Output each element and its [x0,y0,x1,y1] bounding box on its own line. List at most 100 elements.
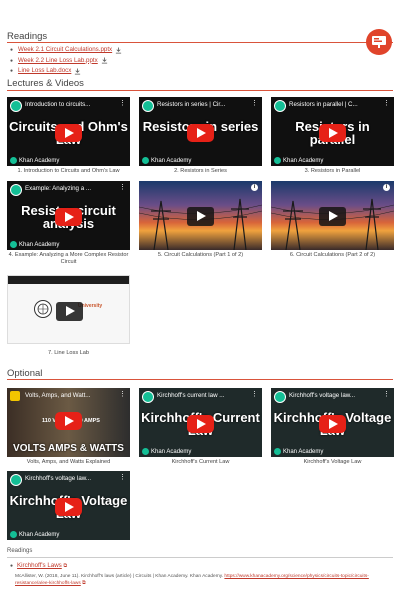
reference-item: ● Kirchhoff's Laws ⧉ [10,562,68,569]
video-card: Kirchhoff's voltage law... ⋮ Kirchhoff's… [271,388,394,466]
university-seal-icon [34,300,52,318]
video-card: i 5. Circuit Calculations (Part 1 of 2) [139,181,262,259]
video-title: Introduction to circuits... [25,101,91,108]
play-icon[interactable] [55,124,82,142]
channel-label: Khan Academy [10,531,59,538]
video-card: Resistors in parallel | C... ⋮ Resistors… [271,97,394,175]
video-caption: 2. Resistors in Series [174,168,227,174]
khan-academy-icon [10,100,22,112]
khan-academy-icon [10,474,22,486]
video-thumbnail[interactable]: Kirchhoff's voltage law... ⋮ Kirchhoff's… [7,471,130,540]
video-title: Volts, Amps, and Watt... [25,392,91,399]
play-icon[interactable] [56,302,83,321]
channel-label: Khan Academy [274,157,323,164]
video-caption: 4. Example: Analyzing a More Complex Res… [8,252,129,265]
play-icon[interactable] [319,207,346,226]
video-thumbnail[interactable]: i [271,181,394,250]
play-icon[interactable] [55,498,82,516]
video-thumbnail[interactable]: Kirchhoff's current law ... ⋮ Kirchhoff'… [139,388,262,457]
more-options-icon[interactable]: ⋮ [383,391,390,398]
external-link-icon: ⧉ [63,563,68,569]
video-thumbnail[interactable]: University [7,275,130,344]
video-caption: Volts, Amps, and Watts Explained [26,459,111,465]
channel-label: Khan Academy [274,448,323,455]
khan-academy-icon [10,184,22,196]
video-thumbnail[interactable]: Volts, Amps, and Watt... ⋮ 110 VOLTS × 1… [7,388,130,457]
references-divider [7,557,393,558]
video-caption: Kirchhoff's Current Law [171,459,230,465]
video-caption: 1. Introduction to Circuits and Ohm's La… [17,168,120,174]
course-logo [366,29,392,55]
khan-academy-icon [142,100,154,112]
readings-divider [7,42,393,43]
video-header-bar [8,276,129,284]
video-card: Resistors in series | Cir... ⋮ Resistors… [139,97,262,175]
presentation-icon [372,36,386,48]
reading-link-line-loss-pptx[interactable]: Week 2.2 Line Loss Lab.pptx [18,56,98,67]
play-icon[interactable] [55,208,82,226]
video-card: Kirchhoff's current law ... ⋮ Kirchhoff'… [139,388,262,466]
video-card: University 7. Line Loss Lab [7,275,130,357]
reading-link-line-loss-docx[interactable]: Line Loss Lab.docx [18,66,71,77]
lectures-divider [7,90,393,91]
video-title: Example: Analyzing a ... [25,185,92,192]
more-options-icon[interactable]: ⋮ [383,100,390,107]
reading-item: ● Week 2.2 Line Loss Lab.pptx [10,56,122,67]
download-icon[interactable] [101,57,108,64]
video-title: Kirchhoff's voltage law... [289,392,356,399]
video-title: Kirchhoff's current law ... [157,392,225,399]
play-icon[interactable] [319,124,346,142]
video-thumbnail[interactable]: Resistors in series | Cir... ⋮ Resistors… [139,97,262,166]
video-title: Kirchhoff's voltage law... [25,475,92,482]
optional-divider [7,379,393,380]
download-icon[interactable] [115,47,122,54]
video-thumbnail[interactable]: i [139,181,262,250]
download-icon[interactable] [74,68,81,75]
video-thumbnail[interactable]: Introduction to circuits... ⋮ Circuits a… [7,97,130,166]
channel-icon [10,391,20,401]
video-caption: 3. Resistors in Parallel [304,168,361,174]
video-card: Volts, Amps, and Watt... ⋮ 110 VOLTS × 1… [7,388,130,466]
video-thumbnail[interactable]: Kirchhoff's voltage law... ⋮ Kirchhoff's… [271,388,394,457]
reading-item: ● Line Loss Lab.docx [10,66,122,77]
more-options-icon[interactable]: ⋮ [251,391,258,398]
references-heading: Readings [7,548,33,554]
channel-label: Khan Academy [10,157,59,164]
khan-academy-icon [142,391,154,403]
video-thumbnail[interactable]: Example: Analyzing a ... ⋮ Resistor circ… [7,181,130,250]
play-icon[interactable] [55,412,82,430]
more-options-icon[interactable]: ⋮ [119,391,126,398]
reference-link[interactable]: Kirchhoff's Laws [17,562,62,569]
more-options-icon[interactable]: ⋮ [119,100,126,107]
play-icon[interactable] [187,124,214,142]
khan-academy-icon [274,391,286,403]
video-thumbnail[interactable]: Resistors in parallel | C... ⋮ Resistors… [271,97,394,166]
lectures-heading: Lectures & Videos [7,78,84,89]
khan-academy-icon [274,100,286,112]
optional-heading: Optional [7,368,43,379]
video-card: Example: Analyzing a ... ⋮ Resistor circ… [7,181,130,266]
play-icon[interactable] [187,207,214,226]
citation-text: McAllister, W. (2018, June 11). Kirchhof… [15,574,224,579]
video-caption: Kirchhoff's Voltage Law [303,459,362,465]
channel-label: Khan Academy [10,241,59,248]
info-icon[interactable]: i [251,184,258,191]
reading-link-circuit-calculations[interactable]: Week 2.1 Circuit Calculations.pptx [18,45,112,56]
info-icon[interactable]: i [383,184,390,191]
readings-list: ● Week 2.1 Circuit Calculations.pptx ● Wee… [10,45,122,77]
channel-label: Khan Academy [142,157,191,164]
video-card: Introduction to circuits... ⋮ Circuits a… [7,97,130,175]
more-options-icon[interactable]: ⋮ [119,184,126,191]
video-title: Resistors in series | Cir... [157,101,226,108]
video-title: Resistors in parallel | C... [289,101,358,108]
more-options-icon[interactable]: ⋮ [119,474,126,481]
channel-label: Khan Academy [142,448,191,455]
readings-heading: Readings [7,31,48,42]
play-icon[interactable] [187,415,214,433]
reference-citation: McAllister, W. (2018, June 11). Kirchhof… [15,573,385,587]
video-caption: 5. Circuit Calculations (Part 1 of 2) [157,252,244,258]
play-icon[interactable] [319,415,346,433]
video-card: Kirchhoff's voltage law... ⋮ Kirchhoff's… [7,471,130,540]
video-card: i 6. Circuit Calculations (Part 2 of 2) [271,181,394,259]
more-options-icon[interactable]: ⋮ [251,100,258,107]
